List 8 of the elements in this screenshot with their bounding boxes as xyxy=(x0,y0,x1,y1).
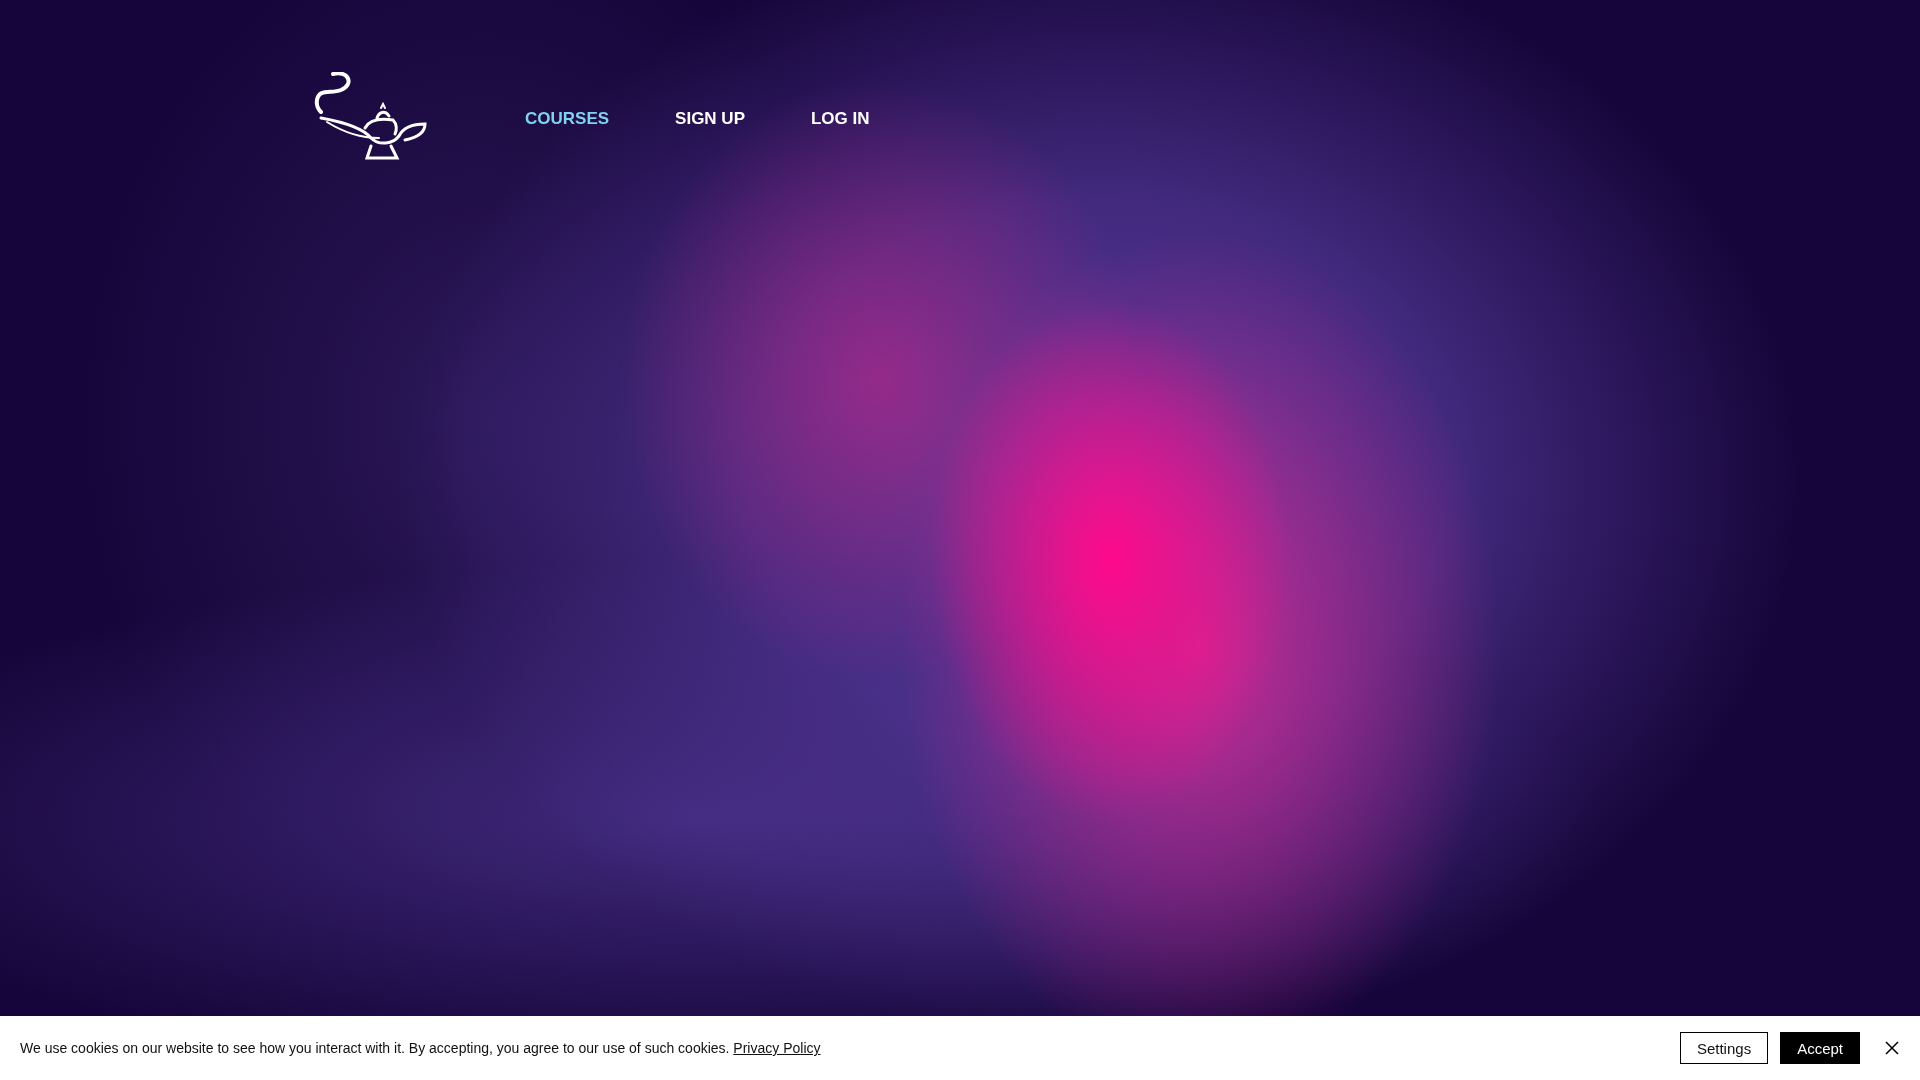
cookie-message: We use cookies on our website to see how you interact with it. By accepting, you agree to our use of such cookies. Privacy Policy xyxy=(20,1040,821,1056)
nav-link[interactable]: LOG IN xyxy=(811,109,870,129)
accept-button[interactable]: Accept xyxy=(1780,1032,1860,1064)
close-icon[interactable] xyxy=(1884,1040,1900,1056)
settings-button[interactable]: Settings xyxy=(1679,1032,1769,1064)
nav-link[interactable]: COURSES xyxy=(525,109,610,129)
privacy-policy-link[interactable]: Privacy Policy xyxy=(733,1040,821,1056)
nav-link[interactable]: SIGN UP xyxy=(675,109,745,129)
